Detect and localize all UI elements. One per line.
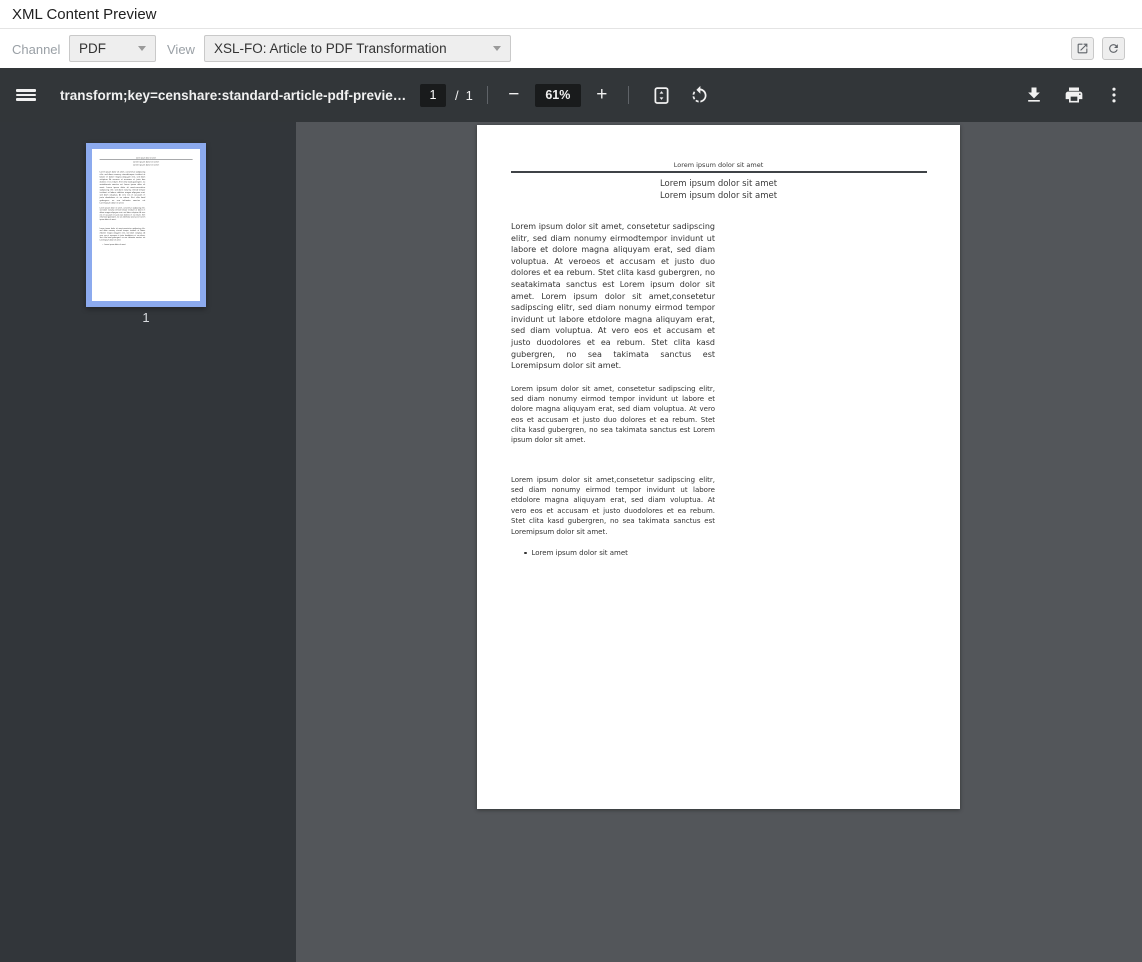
xml-content-preview-window: XML Content Preview Channel PDF View XSL… — [0, 0, 1142, 962]
bullet-dot-icon — [524, 552, 527, 555]
view-select-value: XSL-FO: Article to PDF Transformation — [214, 41, 447, 56]
doc-header-rule — [511, 171, 927, 173]
download-button[interactable] — [1014, 68, 1054, 122]
thumbnail-page-number: 1 — [86, 310, 206, 325]
doc-bullet-text: Lorem ipsum dolor sit amet — [532, 548, 628, 558]
title-bar: XML Content Preview — [0, 0, 1142, 29]
toolbar-separator — [628, 86, 629, 104]
pdf-toolbar: transform;key=censhare:standard-article-… — [0, 68, 1142, 122]
doc-paragraph: Lorem ipsum dolor sit amet, consetetur s… — [511, 384, 715, 446]
open-external-button[interactable] — [1071, 37, 1094, 60]
doc-title-line: Lorem ipsum dolor sit amet — [477, 191, 960, 203]
refresh-button[interactable] — [1102, 37, 1125, 60]
thumbnail-page-preview: Lorem ipsum dolor sit amet Lorem ipsum d… — [92, 149, 200, 301]
total-pages: 1 — [466, 88, 473, 103]
doc-title-block: Lorem ipsum dolor sit amet Lorem ipsum d… — [477, 179, 960, 202]
fit-page-button[interactable] — [643, 68, 681, 122]
page-title: XML Content Preview — [12, 6, 157, 23]
doc-paragraph: Lorem ipsum dolor sit amet,consetetur sa… — [511, 475, 715, 537]
doc-body: Lorem ipsum dolor sit amet, consetetur s… — [511, 221, 715, 558]
page-divider: / — [455, 88, 459, 103]
hamburger-icon — [16, 87, 36, 103]
print-icon — [1064, 85, 1084, 105]
refresh-icon — [1107, 42, 1120, 55]
view-label: View — [167, 42, 195, 57]
rotate-ccw-icon — [689, 85, 710, 106]
document-filename: transform;key=censhare:standard-article-… — [60, 88, 406, 103]
zoom-out-button[interactable]: − — [502, 75, 526, 115]
view-select[interactable]: XSL-FO: Article to PDF Transformation — [204, 35, 511, 62]
more-options-button[interactable] — [1094, 68, 1134, 122]
download-icon — [1024, 85, 1044, 105]
print-button[interactable] — [1054, 68, 1094, 122]
chevron-down-icon — [138, 46, 146, 51]
channel-select-value: PDF — [79, 41, 106, 56]
thumbnail-sidebar: Lorem ipsum dolor sit amet Lorem ipsum d… — [0, 122, 296, 962]
channel-bar-actions — [1071, 37, 1125, 60]
toolbar-separator — [487, 86, 488, 104]
channel-label: Channel — [12, 42, 60, 57]
doc-paragraph: Lorem ipsum dolor sit amet, consetetur s… — [511, 221, 715, 372]
pdf-page: Lorem ipsum dolor sit amet Lorem ipsum d… — [477, 125, 960, 809]
doc-title-line: Lorem ipsum dolor sit amet — [477, 179, 960, 191]
zoom-in-button[interactable]: + — [590, 75, 614, 115]
pdf-viewer-area[interactable]: Lorem ipsum dolor sit amet Lorem ipsum d… — [296, 122, 1142, 962]
chevron-down-icon — [493, 46, 501, 51]
more-vert-icon — [1104, 85, 1124, 105]
doc-header-text: Lorem ipsum dolor sit amet — [477, 161, 960, 169]
open-external-icon — [1076, 42, 1089, 55]
page-number-input[interactable] — [420, 84, 446, 107]
channel-select[interactable]: PDF — [69, 35, 156, 62]
rotate-button[interactable] — [681, 68, 719, 122]
channel-bar: Channel PDF View XSL-FO: Article to PDF … — [0, 30, 1142, 68]
zoom-level[interactable]: 61% — [535, 84, 581, 107]
page-count: / 1 — [455, 88, 473, 103]
fit-page-icon — [651, 85, 672, 106]
zoom-in-icon: + — [596, 84, 607, 106]
zoom-out-icon: − — [508, 84, 519, 106]
page-thumbnail[interactable]: Lorem ipsum dolor sit amet Lorem ipsum d… — [86, 143, 206, 307]
menu-button[interactable] — [0, 68, 52, 122]
doc-bullet-item: Lorem ipsum dolor sit amet — [511, 548, 715, 558]
viewer-content: Lorem ipsum dolor sit amet Lorem ipsum d… — [0, 122, 1142, 962]
